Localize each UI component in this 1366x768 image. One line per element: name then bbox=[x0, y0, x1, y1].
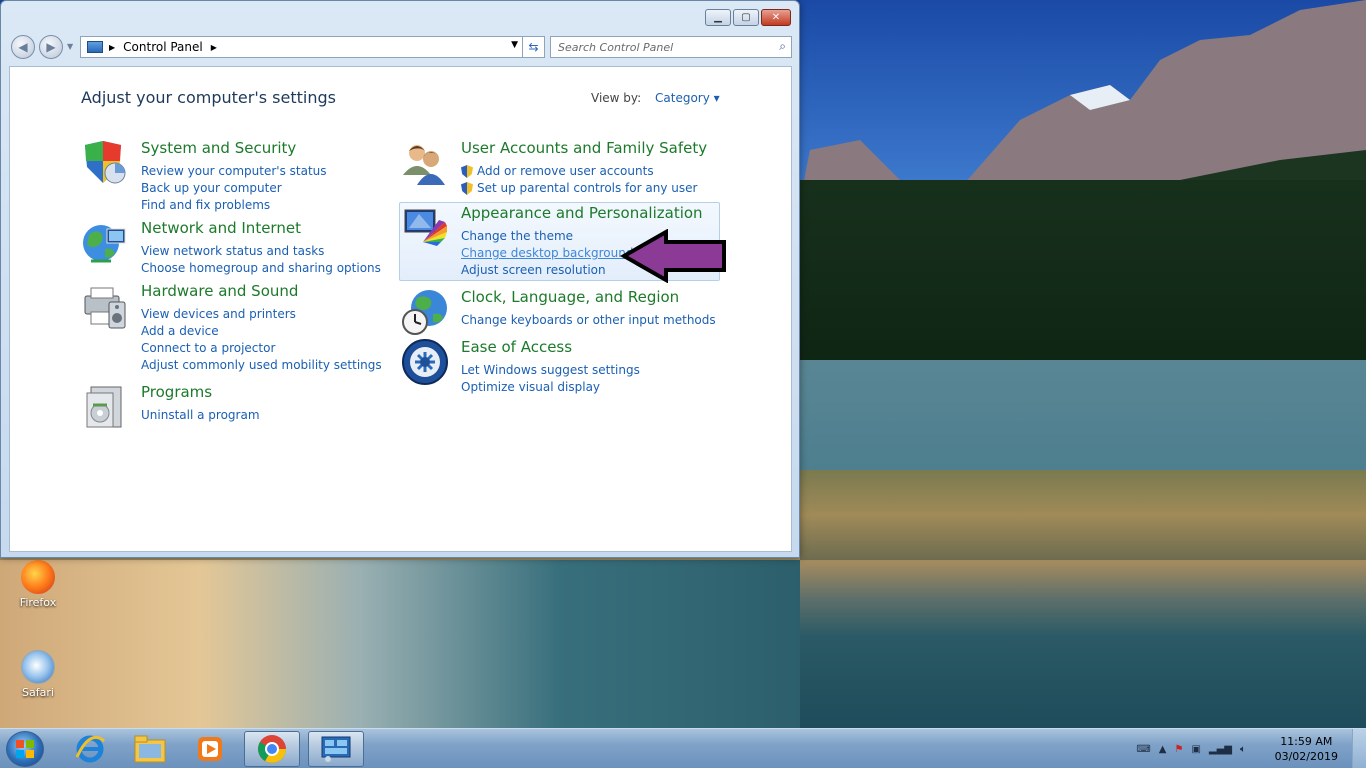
view-by-value: Category bbox=[655, 91, 710, 105]
globe-network-icon bbox=[83, 225, 126, 263]
close-button[interactable]: ✕ bbox=[761, 9, 791, 26]
forward-button[interactable]: ▶ bbox=[39, 35, 63, 59]
programs-icon bbox=[86, 386, 122, 428]
volume-icon[interactable]: 🔈︎ bbox=[1240, 744, 1246, 755]
safari-icon bbox=[21, 650, 55, 684]
clock-time: 11:59 AM bbox=[1280, 735, 1333, 748]
uac-shield-icon bbox=[461, 165, 473, 178]
category-link[interactable]: View network status and tasks bbox=[141, 243, 381, 260]
taskbar-media-player[interactable] bbox=[182, 731, 238, 767]
show-hidden-icons-icon[interactable]: ▲ bbox=[1159, 744, 1167, 755]
search-icon[interactable]: ⌕ bbox=[779, 39, 786, 54]
keyboard-icon[interactable]: ⌨ bbox=[1136, 744, 1150, 755]
control-panel-content: Adjust your computer's settings View by:… bbox=[9, 66, 792, 552]
internet-explorer-icon bbox=[75, 735, 105, 763]
chrome-icon bbox=[258, 735, 286, 763]
taskbar-internet-explorer[interactable] bbox=[62, 731, 118, 767]
desktop-icon-safari[interactable]: Safari bbox=[8, 650, 68, 699]
breadcrumb[interactable]: Control Panel bbox=[123, 40, 203, 54]
start-button[interactable] bbox=[6, 731, 44, 767]
ease-of-access-icon bbox=[402, 339, 448, 385]
view-by-label: View by: bbox=[591, 91, 642, 105]
navigation-bar: ◀ ▶ ▼ ▶ Control Panel ▶ ▼ ⇆ Search Contr… bbox=[9, 34, 792, 60]
category-link[interactable]: Uninstall a program bbox=[141, 407, 260, 424]
taskbar-chrome[interactable] bbox=[244, 731, 300, 767]
uac-shield-icon bbox=[461, 182, 473, 195]
category-title[interactable]: User Accounts and Family Safety bbox=[461, 139, 707, 157]
search-placeholder: Search Control Panel bbox=[558, 40, 674, 54]
clock-globe-icon bbox=[402, 290, 447, 335]
category-link-hovered[interactable]: Change desktop background bbox=[461, 245, 633, 262]
category-link[interactable]: Add or remove user accounts bbox=[461, 163, 697, 180]
folder-icon bbox=[134, 735, 166, 763]
category-title[interactable]: Appearance and Personalization bbox=[461, 204, 703, 222]
desktop-icon-label: Firefox bbox=[19, 596, 57, 609]
category-link[interactable]: Find and fix problems bbox=[141, 197, 327, 214]
category-link[interactable]: Back up your computer bbox=[141, 180, 327, 197]
appearance-icon bbox=[404, 209, 447, 246]
category-link-label: Add or remove user accounts bbox=[477, 164, 654, 178]
chevron-right-icon[interactable]: ▶ bbox=[109, 43, 115, 52]
address-bar[interactable]: ▶ Control Panel ▶ ▼ ⇆ bbox=[80, 36, 545, 58]
back-button[interactable]: ◀ bbox=[11, 35, 35, 59]
category-title[interactable]: Clock, Language, and Region bbox=[461, 288, 679, 306]
category-link[interactable]: Add a device bbox=[141, 323, 382, 340]
network-signal-icon[interactable]: ▂▄▆ bbox=[1209, 744, 1232, 755]
desktop-icon-label: Safari bbox=[22, 686, 54, 699]
pointer-arrow-annotation bbox=[620, 229, 726, 283]
category-title[interactable]: Hardware and Sound bbox=[141, 282, 298, 300]
category-link[interactable]: Optimize visual display bbox=[461, 379, 640, 396]
taskbar-file-explorer[interactable] bbox=[122, 731, 178, 767]
printer-icon bbox=[84, 287, 126, 329]
category-link[interactable]: Choose homegroup and sharing options bbox=[141, 260, 381, 277]
usb-device-icon[interactable]: ▣ bbox=[1191, 744, 1200, 755]
taskbar-control-panel[interactable] bbox=[308, 731, 364, 767]
page-title: Adjust your computer's settings bbox=[81, 88, 336, 107]
users-icon bbox=[403, 145, 445, 185]
taskbar: ⌨ ▲ ⚑ ▣ ▂▄▆ 🔈︎ 11:59 AM 03/02/2019 bbox=[0, 728, 1366, 768]
category-link[interactable]: Adjust commonly used mobility settings bbox=[141, 357, 382, 374]
category-link[interactable]: Connect to a projector bbox=[141, 340, 382, 357]
shield-icon bbox=[85, 141, 126, 184]
category-link[interactable]: Change keyboards or other input methods bbox=[461, 312, 716, 329]
control-panel-icon bbox=[87, 41, 103, 53]
control-panel-icon bbox=[321, 736, 351, 762]
address-dropdown-icon[interactable]: ▼ bbox=[511, 40, 518, 50]
category-link[interactable]: Adjust screen resolution bbox=[461, 262, 633, 279]
windows-logo-icon bbox=[16, 740, 34, 758]
media-player-icon bbox=[198, 737, 222, 761]
desktop-icon-firefox[interactable]: Firefox bbox=[8, 560, 68, 609]
system-tray: ⌨ ▲ ⚑ ▣ ▂▄▆ 🔈︎ bbox=[1136, 729, 1246, 768]
category-link[interactable]: View devices and printers bbox=[141, 306, 382, 323]
category-link[interactable]: Change the theme bbox=[461, 228, 633, 245]
category-title[interactable]: Programs bbox=[141, 383, 212, 401]
search-input[interactable]: Search Control Panel ⌕ bbox=[550, 36, 792, 58]
category-link[interactable]: Review your computer's status bbox=[141, 163, 327, 180]
view-by: View by: Category ▾ bbox=[591, 91, 720, 105]
category-link[interactable]: Set up parental controls for any user bbox=[461, 180, 697, 197]
view-by-dropdown[interactable]: Category ▾ bbox=[655, 91, 720, 105]
action-center-icon[interactable]: ⚑ bbox=[1175, 744, 1184, 755]
refresh-icon[interactable]: ⇆ bbox=[522, 37, 544, 57]
firefox-icon bbox=[21, 560, 55, 594]
category-title[interactable]: System and Security bbox=[141, 139, 296, 157]
category-title[interactable]: Ease of Access bbox=[461, 338, 572, 356]
recent-pages-dropdown[interactable]: ▼ bbox=[67, 42, 73, 51]
clock[interactable]: 11:59 AM 03/02/2019 bbox=[1275, 734, 1338, 764]
minimize-button[interactable]: ▁ bbox=[705, 9, 731, 26]
show-desktop-button[interactable] bbox=[1352, 729, 1366, 768]
caption-buttons: ▁ ▢ ✕ bbox=[705, 9, 791, 26]
chevron-right-icon[interactable]: ▶ bbox=[211, 43, 217, 52]
category-link-label: Set up parental controls for any user bbox=[477, 181, 698, 195]
category-title[interactable]: Network and Internet bbox=[141, 219, 301, 237]
category-link[interactable]: Let Windows suggest settings bbox=[461, 362, 640, 379]
clock-date: 03/02/2019 bbox=[1274, 750, 1338, 763]
maximize-button[interactable]: ▢ bbox=[733, 9, 759, 26]
